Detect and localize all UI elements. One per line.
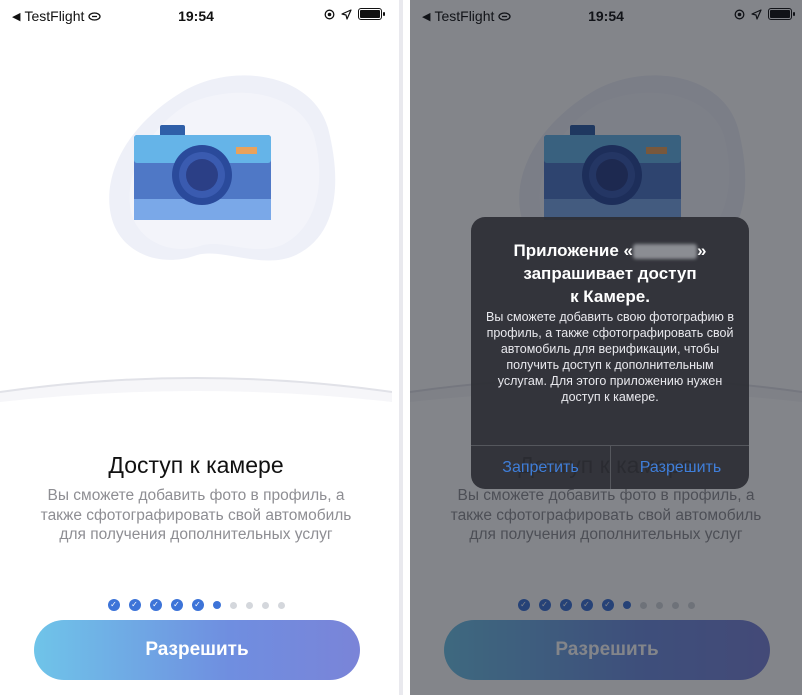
onboarding-screen: ◀ TestFlight 19:54 Доступ к камере Вы см… (0, 0, 392, 695)
allow-button[interactable]: Разрешить (34, 620, 360, 680)
page-title: Доступ к камере (108, 452, 284, 478)
page-description: Вы сможете добавить фото в профиль, а та… (40, 487, 352, 543)
onboarding-screen-with-alert: ◀ TestFlight 19:54 Доступ к кам (410, 0, 802, 695)
step-dot: ✓ (128, 599, 141, 611)
camera-illustration (109, 75, 336, 261)
step-dot-current (212, 601, 221, 609)
step-dot: ✓ (170, 599, 183, 611)
step-dot (277, 601, 285, 609)
allow-permission-button[interactable]: Разрешить (611, 446, 749, 489)
step-indicator: ✓ ✓ ✓ ✓ ✓ (0, 599, 392, 611)
screen-divider (392, 0, 410, 695)
step-dot: ✓ (107, 599, 120, 611)
camera-permission-alert: Приложение «» запрашивает доступ к Камер… (471, 217, 749, 489)
deny-button[interactable]: Запретить (471, 446, 610, 489)
step-dot (245, 601, 253, 609)
redacted-app-name (632, 244, 697, 260)
alert-message: Вы сможете добавить свою фотографию в пр… (485, 310, 735, 404)
step-dot: ✓ (149, 599, 162, 611)
camera-icon (134, 125, 271, 220)
wave-divider (0, 377, 392, 440)
step-dot: ✓ (191, 599, 204, 611)
step-dot (261, 601, 269, 609)
alert-title: Приложение «» запрашивает доступ к Камер… (513, 241, 707, 306)
step-dot (229, 601, 237, 609)
